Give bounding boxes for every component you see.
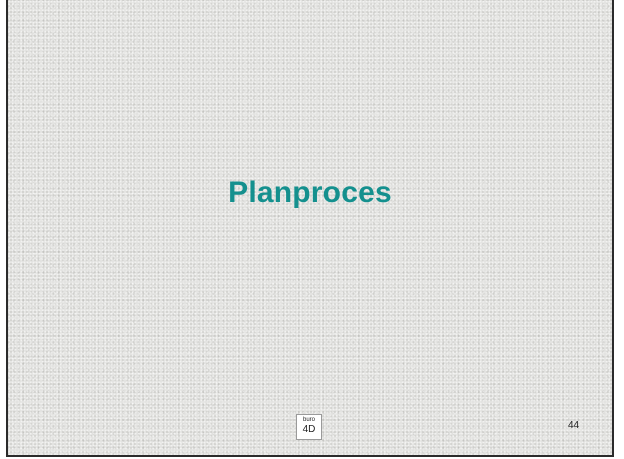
slide: Planproces buro 4D 44 [6,0,614,457]
logo-text-4d: 4D [302,424,316,435]
page-number: 44 [568,420,580,431]
buro-4d-logo: buro 4D [296,414,322,440]
logo-text-buro: buro [302,417,315,423]
slide-title: Planproces [228,176,392,209]
